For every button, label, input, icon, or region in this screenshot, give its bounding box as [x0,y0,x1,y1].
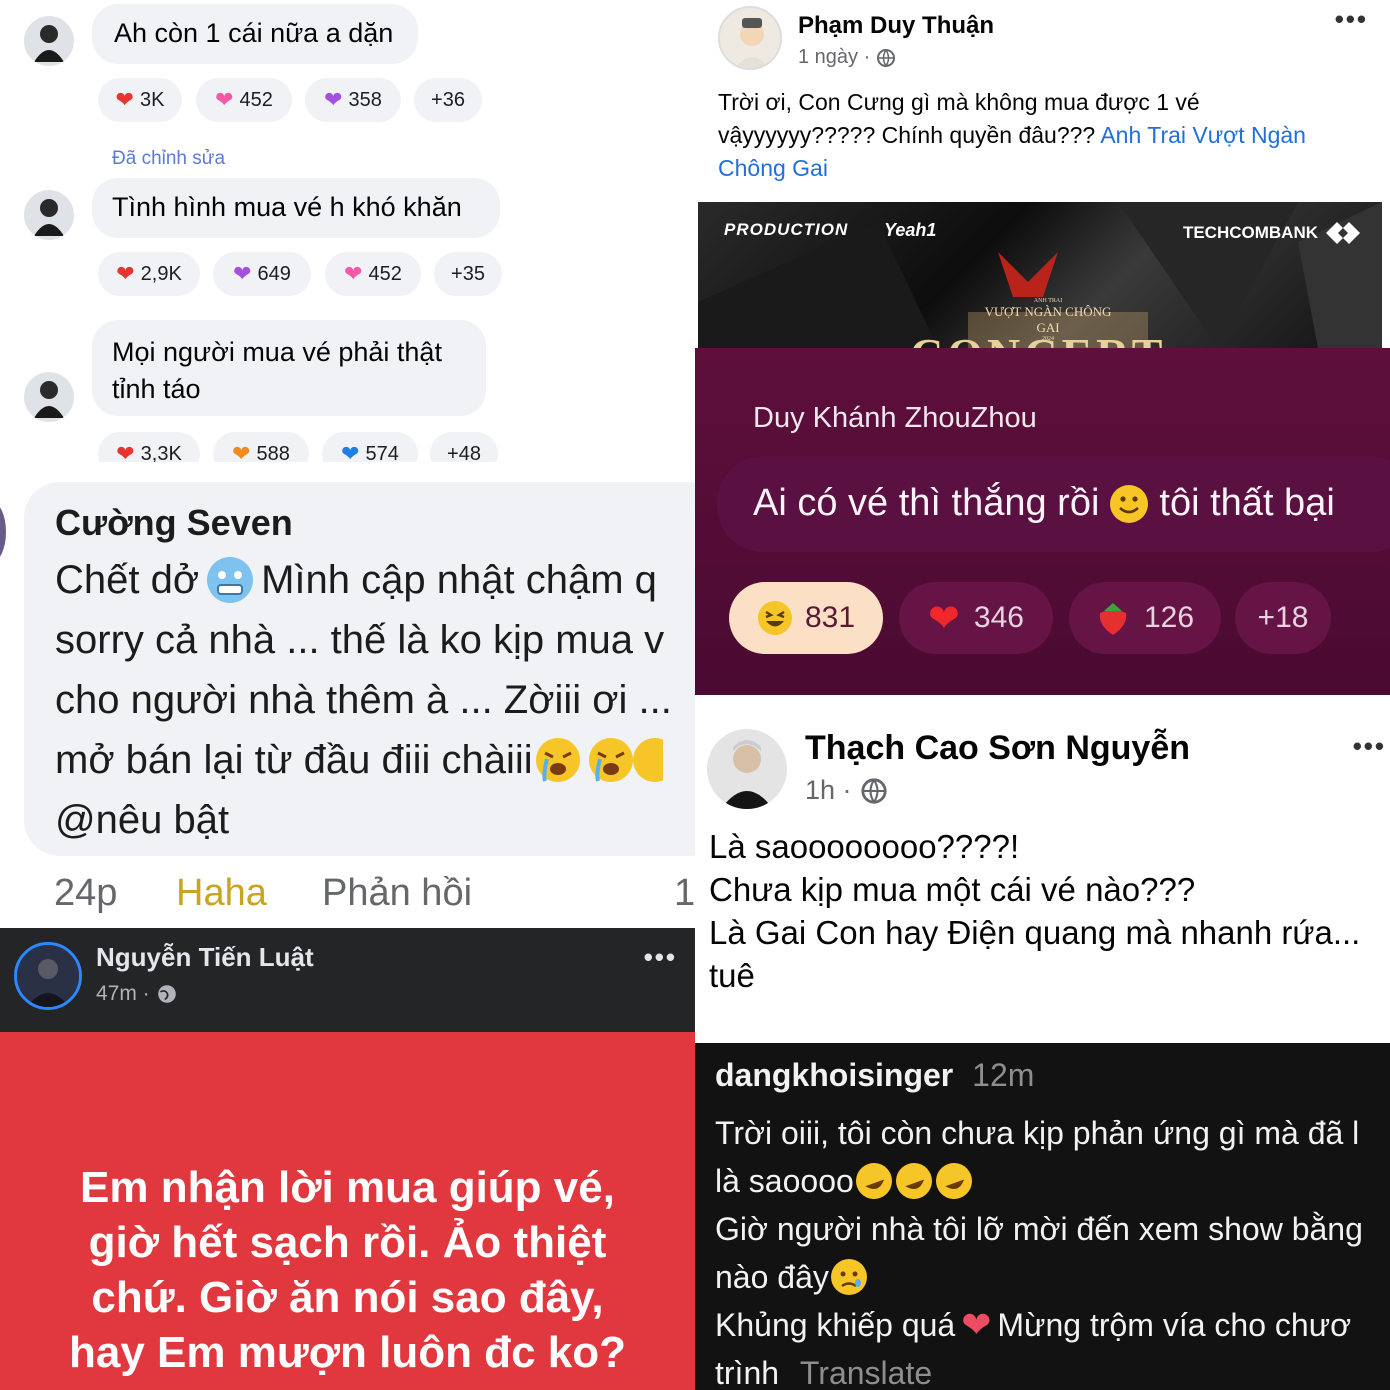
message-text-line: Mọi người mua vé phải thật [112,337,442,367]
purple-heart-icon: ❤ [233,261,252,286]
purple-heart-icon: ❤ [324,87,343,112]
sad-tear-emoji-icon [830,1259,867,1295]
globe-icon [877,48,896,67]
haha-reaction-link[interactable]: Haha [176,872,267,915]
strawberry-icon [1099,603,1127,635]
red-heart-icon: ❤ [961,1304,992,1345]
message-text-line: tỉnh táo [112,374,201,404]
comment-screenshot-panel: Duy Khánh ZhouZhou Ai có vé thì thắng rồ… [695,348,1390,695]
post-meta: 1 ngày · [798,46,896,69]
laugh-emoji-icon [757,601,792,635]
pink-heart-icon: ❤ [344,261,363,286]
reaction-more-pill[interactable]: +18 [1235,582,1331,654]
facebook-post-panel: Thạch Cao Sơn Nguyễn 1h · ••• Là saooooo… [695,695,1390,1043]
globe-icon [860,777,887,804]
reaction-pill[interactable]: ❤ 574 [322,432,418,462]
reaction-pill[interactable]: ❤ 358 [305,78,401,122]
pink-heart-icon: ❤ [215,87,234,112]
status-text: Em nhận lời mua giúp vé, giờ hết sạch rồ… [69,1163,626,1377]
comment-screenshot-panel: dangkhoisinger 12m Trời oiii, tôi còn ch… [695,1043,1390,1390]
comment-header: dangkhoisinger 12m [715,1057,1034,1094]
reaction-pill[interactable]: ❤ 3,3K [98,432,200,462]
crying-emoji-icon [535,738,663,782]
orange-heart-icon: ❤ [232,441,251,463]
comment-text: Ai có vé thì thắng rồi tôi thất bại [753,482,1335,524]
techcombank-brand: TECHCOMBANK [1183,222,1360,244]
globe-icon [157,985,176,1003]
facebook-post-panel: Phạm Duy Thuận 1 ngày · ••• Trời ơi, Con… [698,0,1390,348]
reaction-pill[interactable]: ❤ 588 [213,432,309,462]
comment-screenshot-panel: Cường Seven Chết dở Mình cập nhật chậm q… [0,462,695,928]
reaction-pill[interactable]: ❤ 452 [196,78,292,122]
comment-time: 24p [54,872,118,914]
post-meta: 1h · [805,775,888,806]
yeah1-brand: Yeah1 [884,220,937,240]
red-heart-icon: ❤ [115,87,134,112]
author-name[interactable]: Nguyễn Tiến Luật [96,942,314,973]
messenger-panel: Ah còn 1 cái nữa a dặn ❤ 3K ❤ 452 ❤ 358 +36… [0,0,698,462]
message-bubble[interactable]: Tình hình mua vé h khó khăn [92,178,500,238]
comment-text: Trời oiii, tôi còn chưa kịp phản ứng gì … [715,1115,1363,1390]
reaction-more-pill[interactable]: +48 [430,432,498,462]
reaction-more-pill[interactable]: +35 [434,252,502,296]
blue-heart-icon: ❤ [341,441,360,463]
reply-link[interactable]: Phản hồi [322,872,472,915]
reaction-more-pill[interactable]: +36 [414,78,482,122]
message-bubble[interactable]: Mọi người mua vé phải thật tỉnh táo [92,320,486,416]
user-avatar[interactable] [24,190,74,240]
author-avatar[interactable] [718,6,782,70]
commenter-avatar[interactable] [0,502,6,562]
comment-bubble[interactable]: Ai có vé thì thắng rồi tôi thất bại [717,456,1390,552]
post-meta: 47m · [96,982,178,1006]
smile-emoji-icon [1110,484,1149,523]
more-options-icon[interactable]: ••• [1353,731,1386,762]
more-options-icon[interactable]: ••• [644,942,677,973]
comment-author[interactable]: Duy Khánh ZhouZhou [753,402,1037,435]
message-bubble[interactable]: Ah còn 1 cái nữa a dặn [92,4,418,64]
concert-big-word: CONCERT [910,328,1166,348]
comment-time: 12m [972,1057,1035,1093]
message-text: Tình hình mua vé h khó khăn [112,192,462,222]
reaction-pill[interactable]: ❤ 452 [325,252,421,296]
reaction-pill[interactable]: ❤ 649 [213,252,311,296]
concert-banner[interactable]: PRODUCTION Yeah1 TECHCOMBANK ANH TRAI VƯ… [698,202,1382,348]
red-heart-icon: ❤ [928,597,960,640]
comment-text: Chết dở Mình cập nhật chậm q sorry cả nh… [55,550,695,850]
comment-author[interactable]: dangkhoisinger [715,1057,953,1093]
edited-label: Đã chỉnh sửa [112,148,226,169]
reaction-pill[interactable]: 126 [1069,582,1221,654]
red-heart-icon: ❤ [116,261,135,286]
techcombank-logo-icon [1326,222,1360,244]
more-options-icon[interactable]: ••• [1335,4,1368,35]
author-name[interactable]: Phạm Duy Thuận [798,12,994,40]
hashtag-link[interactable]: Chông Gai [718,152,1378,185]
comment-author[interactable]: Cường Seven [55,502,293,544]
post-text: Là saoooooooo????! Chưa kịp mua một cái … [709,828,1361,994]
post-text: Trời ơi, Con Cưng gì mà không mua được 1… [718,86,1378,185]
red-heart-icon: ❤ [116,441,135,463]
reaction-pill[interactable]: ❤ 3K [98,78,182,122]
cold-face-emoji-icon [207,557,254,603]
rolling-laugh-emoji-icon [855,1163,972,1199]
hashtag-link[interactable]: Anh Trai Vượt Ngàn [1100,122,1306,148]
reaction-pill-selected[interactable]: 831 [729,582,883,654]
production-brand: PRODUCTION [724,220,849,239]
message-text: Ah còn 1 cái nữa a dặn [114,18,394,48]
reaction-pill[interactable]: ❤ 2,9K [98,252,200,296]
user-avatar[interactable] [24,16,74,66]
translate-link[interactable]: Translate [800,1355,932,1390]
user-avatar[interactable] [24,372,74,422]
author-avatar[interactable] [14,942,82,1010]
author-name[interactable]: Thạch Cao Sơn Nguyễn [805,729,1190,768]
reaction-pill[interactable]: ❤ 346 [899,582,1053,654]
author-avatar[interactable] [707,729,787,809]
reaction-count: 1 [674,872,695,914]
facebook-post-panel: Nguyễn Tiến Luật 47m · ••• Em nhận lời m… [0,928,695,1390]
